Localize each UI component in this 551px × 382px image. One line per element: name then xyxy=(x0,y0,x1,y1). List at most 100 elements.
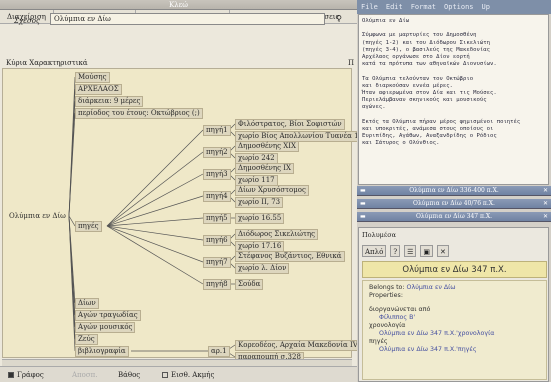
graph-toggle-label: Γράφος xyxy=(17,371,44,379)
graph-node-source-item[interactable]: χωρίο λ. Δίον xyxy=(235,263,290,274)
close-icon[interactable]: ✕ xyxy=(543,212,548,222)
menu-options[interactable]: Options xyxy=(440,3,478,11)
graph-window: Κλεώ Διαχείριση Απλής Αναζήτησης Γραμμικ… xyxy=(0,0,362,382)
window-menu-icon[interactable]: ▬ xyxy=(360,199,366,209)
graph-edge xyxy=(68,112,76,217)
graph-edge xyxy=(106,173,204,227)
text-window: File Edit Format Options Up Ολύμπια εν Δ… xyxy=(357,0,551,382)
graph-node-source-item[interactable]: Φιλόστρατος, Βίοι Σοφιστών xyxy=(235,119,345,130)
horizontal-scrollbar[interactable] xyxy=(2,359,352,366)
graph-edge xyxy=(106,195,204,227)
menu-format[interactable]: Format xyxy=(407,3,440,11)
graph-edge xyxy=(106,217,204,227)
graph-node-level1[interactable]: ΑΡΧΕΛΑΟΣ xyxy=(75,84,122,95)
simple-button[interactable]: Απλό xyxy=(362,245,387,257)
source-label: πηγές xyxy=(369,338,388,345)
graph-edge xyxy=(106,225,204,285)
delete-icon[interactable]: ✕ xyxy=(436,245,449,257)
depth-button[interactable]: Βάθος xyxy=(118,370,140,380)
auto-edge-checkbox[interactable] xyxy=(162,372,168,378)
chronology-label: χρονολογία xyxy=(369,322,406,329)
graph-node-level1[interactable]: βιβλιογραφία xyxy=(75,346,129,357)
graph-edge xyxy=(106,225,204,263)
graph-node-source-item[interactable]: Δημοσθένης XIX xyxy=(235,141,299,152)
list-icon[interactable]: ☰ xyxy=(404,245,417,257)
instance-form: Πολυμέσα Απλό ? ☰ ▣ ✕ Ολύμπια εν Δίω 347… xyxy=(358,227,549,382)
graph-node-level1[interactable]: Αγών μουσικός xyxy=(75,322,136,333)
form-body: Belongs to: Ολύμπια εν Δίω Properties: δ… xyxy=(362,280,547,380)
window-title-3: Ολύμπια εν Δίω 347 π.Χ. xyxy=(415,213,493,220)
description-text[interactable]: Ολύμπια εν Δίω Σύμφωνα με μαρτυρίες του … xyxy=(358,14,549,185)
graph-root-node[interactable]: Ολύμπια εν Δίω xyxy=(6,211,69,222)
graph-node-source-item[interactable]: Διόδωρος Σικελιώτης xyxy=(235,229,318,240)
belongs-value[interactable]: Ολύμπια εν Δίω xyxy=(407,284,456,291)
graph-node-level1[interactable]: πηγές xyxy=(75,221,102,232)
close-icon[interactable]: ✕ xyxy=(543,186,548,196)
subject-row xyxy=(0,24,357,50)
subject-label: Σχέσος xyxy=(14,17,40,25)
auto-edge-toggle[interactable]: Εισθ. Ακμής xyxy=(162,370,214,380)
graph-node-source[interactable]: πηγή6 xyxy=(203,235,231,246)
concept-graph-canvas[interactable]: Ολύμπια εν Δίω Μούσης ΑΡΧΕΛΑΟΣ διάρκεια: 9 … xyxy=(2,68,362,363)
source-value[interactable]: Ολύμπια εν Δίω 347 π.Χ.'πηγές xyxy=(369,346,540,354)
window-menu-icon[interactable]: ▬ xyxy=(360,212,366,222)
form-toolbar: Απλό ? ☰ ▣ ✕ xyxy=(362,244,547,258)
graph-node-source[interactable]: πηγή1 xyxy=(203,125,231,136)
graph-node-level1[interactable]: Μούσης xyxy=(75,72,110,83)
graph-toggle[interactable]: Γράφος xyxy=(8,370,44,380)
chronology-value[interactable]: Ολύμπια εν Δίω 347 π.Χ.'χρονολογία xyxy=(369,330,540,338)
dim-button[interactable]: Αποσπ. xyxy=(72,370,97,380)
graph-node-source-item[interactable]: χωρίο II, 73 xyxy=(235,197,284,208)
panel-title: Κύρια Χαρακτηριστικά xyxy=(6,59,88,67)
organized-label: διοργανώνεται από xyxy=(369,306,431,313)
properties-label: Properties: xyxy=(369,292,403,299)
organized-value[interactable]: Φίλιππος Β' xyxy=(369,314,540,322)
belongs-label: Belongs to: xyxy=(369,284,405,291)
graph-node-source-item[interactable]: Στέφανος Βυζάντιος, Εθνικά xyxy=(235,251,345,262)
graph-node-source[interactable]: πηγή5 xyxy=(203,213,231,224)
window-bar-2[interactable]: ▬ Ολύμπια εν Δίω 40/76 π.Χ. ✕ xyxy=(357,199,551,209)
graph-node-level1[interactable]: Δίων xyxy=(75,298,99,309)
form-menu-multimedia[interactable]: Πολυμέσα xyxy=(362,231,396,239)
graph-node-source[interactable]: πηγή4 xyxy=(203,191,231,202)
belongs-row: Belongs to: Ολύμπια εν Δίω xyxy=(369,284,540,292)
graph-node-source-item[interactable]: Σούδα xyxy=(235,279,264,290)
form-heading: Ολύμπια εν Δίω 347 π.Χ. xyxy=(362,261,547,278)
search-icon[interactable]: ⚲ xyxy=(333,13,345,25)
graph-node-level1[interactable]: Ζεύς xyxy=(75,334,98,345)
graph-node-source[interactable]: πηγή2 xyxy=(203,147,231,158)
window-title-1: Ολύμπια εν Δίω 336-400 π.Χ. xyxy=(409,187,499,194)
close-icon[interactable]: ✕ xyxy=(543,199,548,209)
help-icon[interactable]: ? xyxy=(390,245,401,257)
window-menu-icon[interactable]: ▬ xyxy=(360,186,366,196)
graph-edge xyxy=(106,225,204,241)
auto-edge-label: Εισθ. Ακμής xyxy=(171,371,215,379)
graph-node-bibliography-item[interactable]: Κορεοδέος, Αρχαία Μακεδονία IV xyxy=(235,340,361,351)
graph-node-level1[interactable]: διάρκεια: 9 μέρες xyxy=(75,96,144,107)
menu-edit[interactable]: Edit xyxy=(382,3,407,11)
status-bar: Γράφος Αποσπ. Βάθος Εισθ. Ακμής xyxy=(0,366,357,382)
save-icon[interactable]: ▣ xyxy=(420,245,433,257)
graph-checkbox[interactable] xyxy=(8,372,14,378)
graph-node-source[interactable]: πηγή8 xyxy=(203,279,231,290)
graph-node-source[interactable]: πηγή7 xyxy=(203,257,231,268)
graph-node-level1[interactable]: περίοδος του έτους: Οκτώβριος (;) xyxy=(75,108,203,119)
subject-input[interactable]: Ολύμπια εν Δίω xyxy=(50,13,325,25)
graph-window-title: Κλεώ xyxy=(168,1,188,9)
graph-node-bibliography[interactable]: αρ.1 xyxy=(208,346,230,357)
graph-edge xyxy=(106,151,204,227)
graph-node-source-item[interactable]: Δίων Χρυσόστομος xyxy=(235,185,309,196)
graph-node-source-item[interactable]: Δημοσθένης IX xyxy=(235,163,294,174)
graph-node-source-item[interactable]: χωρίο 16.55 xyxy=(235,213,285,224)
window-bar-1[interactable]: ▬ Ολύμπια εν Δίω 336-400 π.Χ. ✕ xyxy=(357,186,551,196)
graph-edge xyxy=(106,129,204,227)
panel-pin-icon[interactable]: Π xyxy=(348,59,354,67)
menu-file[interactable]: File xyxy=(357,3,382,11)
graph-window-titlebar[interactable]: Κλεώ xyxy=(0,0,357,10)
window-title-2: Ολύμπια εν Δίω 40/76 π.Χ. xyxy=(413,200,495,207)
menu-up[interactable]: Up xyxy=(478,3,494,11)
graph-node-source[interactable]: πηγή3 xyxy=(203,169,231,180)
graph-node-level1[interactable]: Αγών τραγωδίας xyxy=(75,310,141,321)
text-window-menubar: File Edit Format Options Up xyxy=(357,0,551,14)
window-bar-3[interactable]: ▬ Ολύμπια εν Δίω 347 π.Χ. ✕ xyxy=(357,212,551,222)
